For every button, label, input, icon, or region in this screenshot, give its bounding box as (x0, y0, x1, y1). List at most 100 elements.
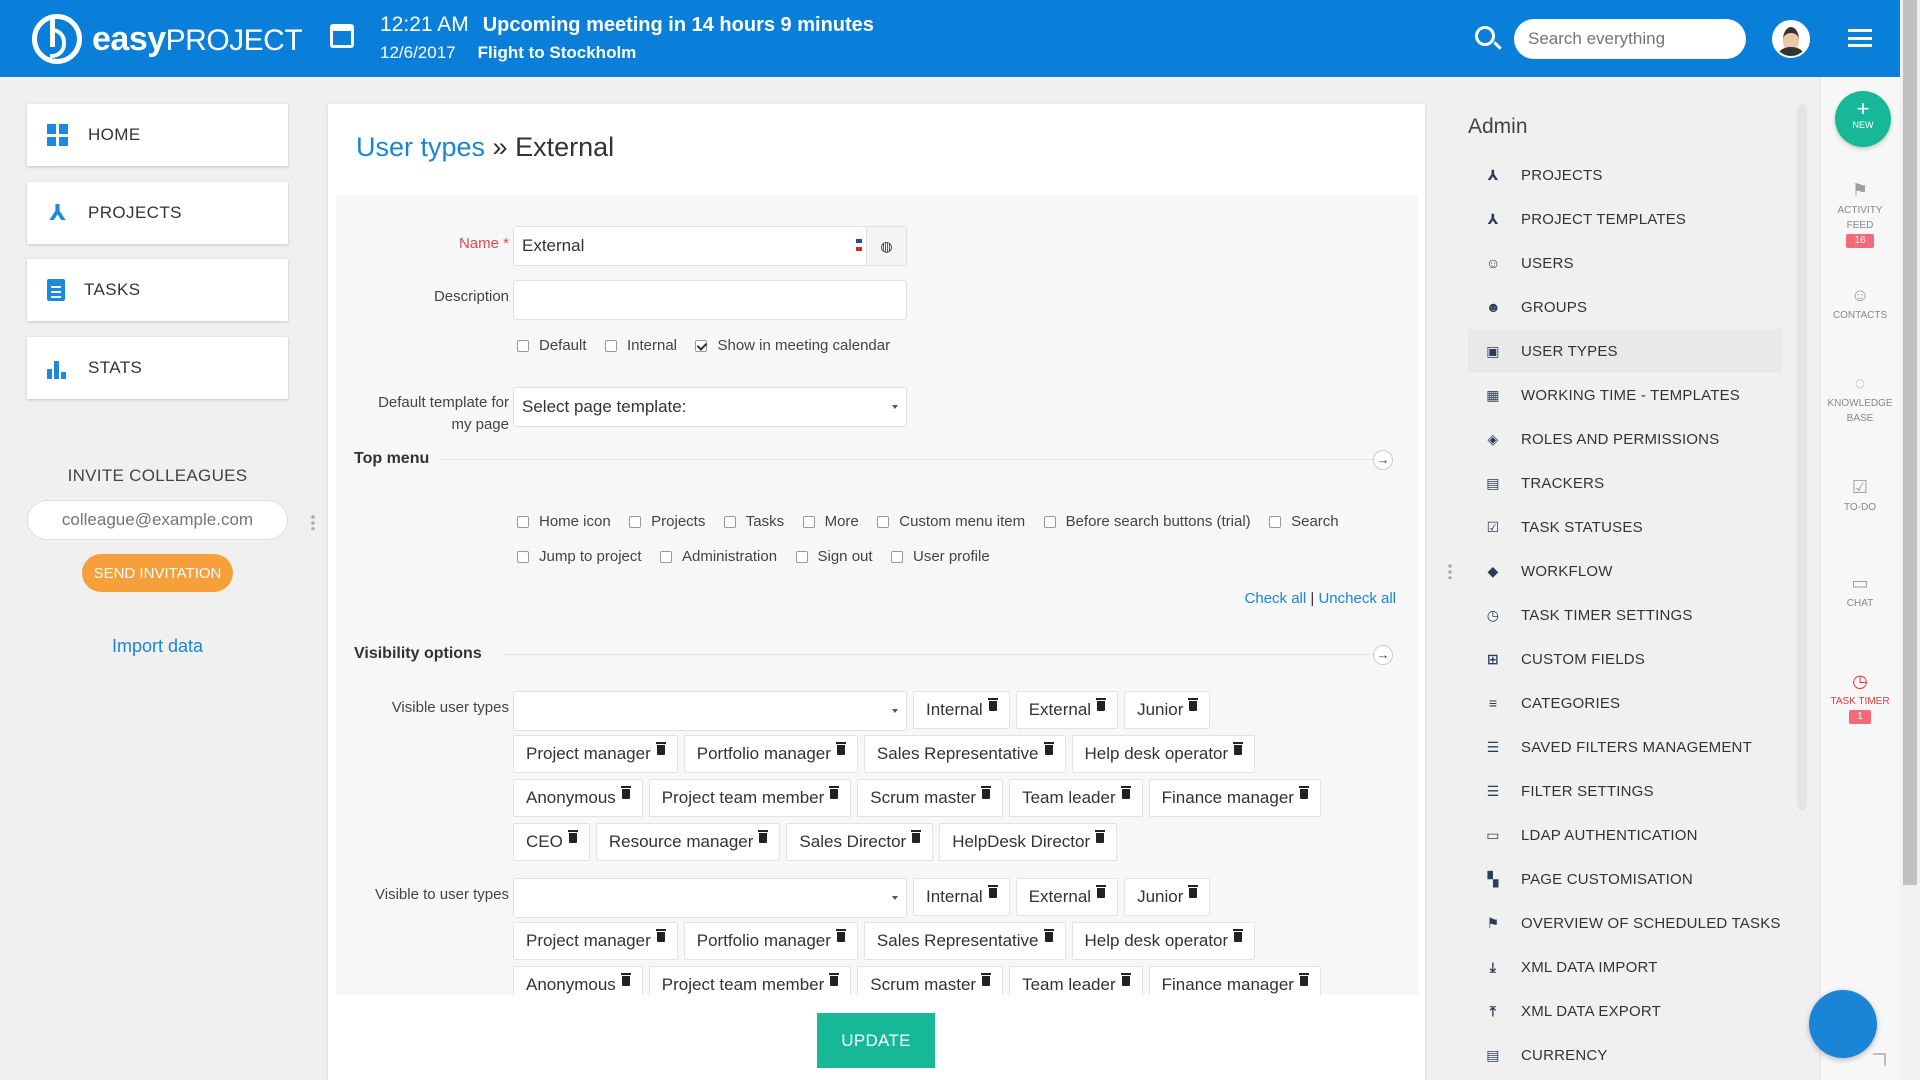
visible-user-types-select[interactable] (513, 691, 907, 731)
user-type-tag[interactable]: Junior (1124, 878, 1211, 916)
trash-icon[interactable] (567, 830, 578, 843)
show-in-meeting-calendar-checkbox[interactable]: Show in meeting calendar (695, 337, 890, 354)
menu-option-checkbox[interactable]: Search (1269, 513, 1339, 530)
easy-project-logo[interactable]: easyPROJECT (32, 14, 303, 64)
trash-icon[interactable] (1120, 786, 1131, 799)
user-type-tag[interactable]: Sales Representative (863, 922, 1066, 960)
trash-icon[interactable] (835, 929, 846, 942)
admin-item-roles-and-permissions[interactable]: ◈ ROLES AND PERMISSIONS (1468, 417, 1782, 461)
trash-icon[interactable] (981, 786, 992, 799)
default-checkbox[interactable]: Default (517, 337, 587, 354)
user-type-tag[interactable]: Junior (1124, 691, 1211, 729)
menu-option-checkbox[interactable]: Home icon (517, 513, 611, 530)
sidebar-item-tasks[interactable]: TASKS (27, 259, 288, 321)
admin-item-task-statuses[interactable]: ☑ TASK STATUSES (1468, 505, 1782, 549)
update-button[interactable]: UPDATE (817, 1013, 935, 1068)
rail-chat[interactable]: ▭ CHAT (1820, 574, 1900, 611)
rail-knowledge-base[interactable]: ◌ KNOWLEDGE BASE (1820, 374, 1900, 426)
description-field[interactable] (513, 280, 907, 320)
trash-icon[interactable] (620, 973, 631, 986)
user-type-tag[interactable]: Internal (913, 691, 1010, 729)
trash-icon[interactable] (981, 973, 992, 986)
menu-option-checkbox[interactable]: More (802, 513, 859, 530)
page-scrollbar[interactable] (1900, 0, 1920, 1080)
admin-item-filter-settings[interactable]: ☰ FILTER SETTINGS (1468, 769, 1782, 813)
admin-panel-resize-handle[interactable] (1448, 563, 1452, 579)
user-type-tag[interactable]: Team leader (1009, 966, 1143, 995)
visibility-options-section-title[interactable]: Visibility options (354, 645, 482, 663)
trash-icon[interactable] (1298, 786, 1309, 799)
invite-email-field[interactable] (27, 500, 288, 540)
user-type-tag[interactable]: Project team member (648, 779, 852, 817)
search-input[interactable] (1514, 19, 1746, 59)
user-type-tag[interactable]: Finance manager (1148, 966, 1321, 995)
user-type-tag[interactable]: Finance manager (1148, 779, 1321, 817)
trash-icon[interactable] (620, 786, 631, 799)
trash-icon[interactable] (987, 698, 998, 711)
user-type-tag[interactable]: Sales Director (786, 823, 934, 861)
upcoming-meeting[interactable]: 12:21 AM Upcoming meeting in 14 hours 9 m… (380, 13, 874, 37)
arrow-right-icon[interactable]: → (1373, 450, 1393, 470)
trash-icon[interactable] (655, 742, 666, 755)
visible-to-user-types-select[interactable] (513, 878, 907, 918)
trash-icon[interactable] (758, 830, 769, 843)
user-type-tag[interactable]: Resource manager (595, 823, 781, 861)
user-type-tag[interactable]: HelpDesk Director (939, 823, 1118, 861)
user-type-tag[interactable]: Scrum master (857, 779, 1004, 817)
rail-contacts[interactable]: ☺ CONTACTS (1820, 286, 1900, 323)
import-data-link[interactable]: Import data (27, 636, 288, 657)
admin-item-trackers[interactable]: ▤ TRACKERS (1468, 461, 1782, 505)
trash-icon[interactable] (655, 929, 666, 942)
user-type-tag[interactable]: Help desk operator (1071, 735, 1256, 773)
next-event[interactable]: 12/6/2017 Flight to Stockholm (380, 43, 636, 63)
arrow-right-icon[interactable]: → (1373, 645, 1393, 665)
admin-item-project-templates[interactable]: ⅄ PROJECT TEMPLATES (1468, 197, 1782, 241)
czech-flag-icon[interactable] (856, 239, 862, 251)
user-type-tag[interactable]: Portfolio manager (683, 922, 858, 960)
menu-option-checkbox[interactable]: Before search buttons (trial) (1043, 513, 1251, 530)
page-scrollbar-thumb[interactable] (1903, 0, 1917, 885)
send-invitation-button[interactable]: SEND INVITATION (82, 554, 233, 592)
admin-item-task-timer-settings[interactable]: ◷ TASK TIMER SETTINGS (1468, 593, 1782, 637)
admin-item-users[interactable]: ☺ USERS (1468, 241, 1782, 285)
menu-option-checkbox[interactable]: User profile (891, 548, 990, 565)
user-type-tag[interactable]: Project manager (513, 735, 678, 773)
admin-item-saved-filters-management[interactable]: ☰ SAVED FILTERS MANAGEMENT (1468, 725, 1782, 769)
menu-option-checkbox[interactable]: Projects (629, 513, 705, 530)
admin-item-page-customisation[interactable]: ▚ PAGE CUSTOMISATION (1468, 857, 1782, 901)
trash-icon[interactable] (1043, 929, 1054, 942)
hamburger-menu-icon[interactable] (1848, 29, 1872, 47)
admin-item-custom-fields[interactable]: ⊞ CUSTOM FIELDS (1468, 637, 1782, 681)
trash-icon[interactable] (1120, 973, 1131, 986)
user-type-tag[interactable]: Internal (913, 878, 1010, 916)
trash-icon[interactable] (911, 830, 922, 843)
admin-item-groups[interactable]: ☻ GROUPS (1468, 285, 1782, 329)
sidebar-item-stats[interactable]: STATS (27, 337, 288, 399)
trash-icon[interactable] (1298, 973, 1309, 986)
admin-item-workflow[interactable]: ◆ WORKFLOW (1468, 549, 1782, 593)
menu-option-checkbox[interactable]: Custom menu item (877, 513, 1025, 530)
user-type-tag[interactable]: External (1015, 691, 1119, 729)
sidebar-item-home[interactable]: HOME (27, 104, 288, 166)
rail-activity-feed[interactable]: ⚑ ACTIVITY FEED 16 (1820, 181, 1900, 248)
trash-icon[interactable] (1188, 698, 1199, 711)
admin-item-currency[interactable]: ▤ CURRENCY (1468, 1033, 1782, 1077)
user-type-tag[interactable]: Project team member (648, 966, 852, 995)
trash-icon[interactable] (1188, 885, 1199, 898)
user-type-tag[interactable]: Help desk operator (1071, 922, 1256, 960)
user-type-tag[interactable]: Anonymous (513, 966, 643, 995)
user-type-tag[interactable]: Team leader (1009, 779, 1143, 817)
user-type-tag[interactable]: CEO (513, 823, 590, 861)
globe-icon[interactable]: ◍ (866, 227, 906, 265)
trash-icon[interactable] (1096, 885, 1107, 898)
admin-item-overview-of-scheduled-tasks[interactable]: ⚑ OVERVIEW OF SCHEDULED TASKS (1468, 901, 1782, 945)
page-template-select[interactable]: Select page template: (513, 387, 907, 427)
admin-item-ldap-authentication[interactable]: ▭ LDAP AUTHENTICATION (1468, 813, 1782, 857)
chat-bubble-button[interactable] (1809, 990, 1877, 1058)
admin-item-xml-data-import[interactable]: ⤓ XML DATA IMPORT (1468, 945, 1782, 989)
top-menu-section-title[interactable]: Top menu (354, 450, 429, 468)
trash-icon[interactable] (1096, 698, 1107, 711)
fullscreen-icon[interactable] (1872, 1053, 1886, 1067)
admin-item-categories[interactable]: ≡ CATEGORIES (1468, 681, 1782, 725)
rail-task-timer[interactable]: ◷ TASK TIMER 1 (1820, 672, 1900, 724)
